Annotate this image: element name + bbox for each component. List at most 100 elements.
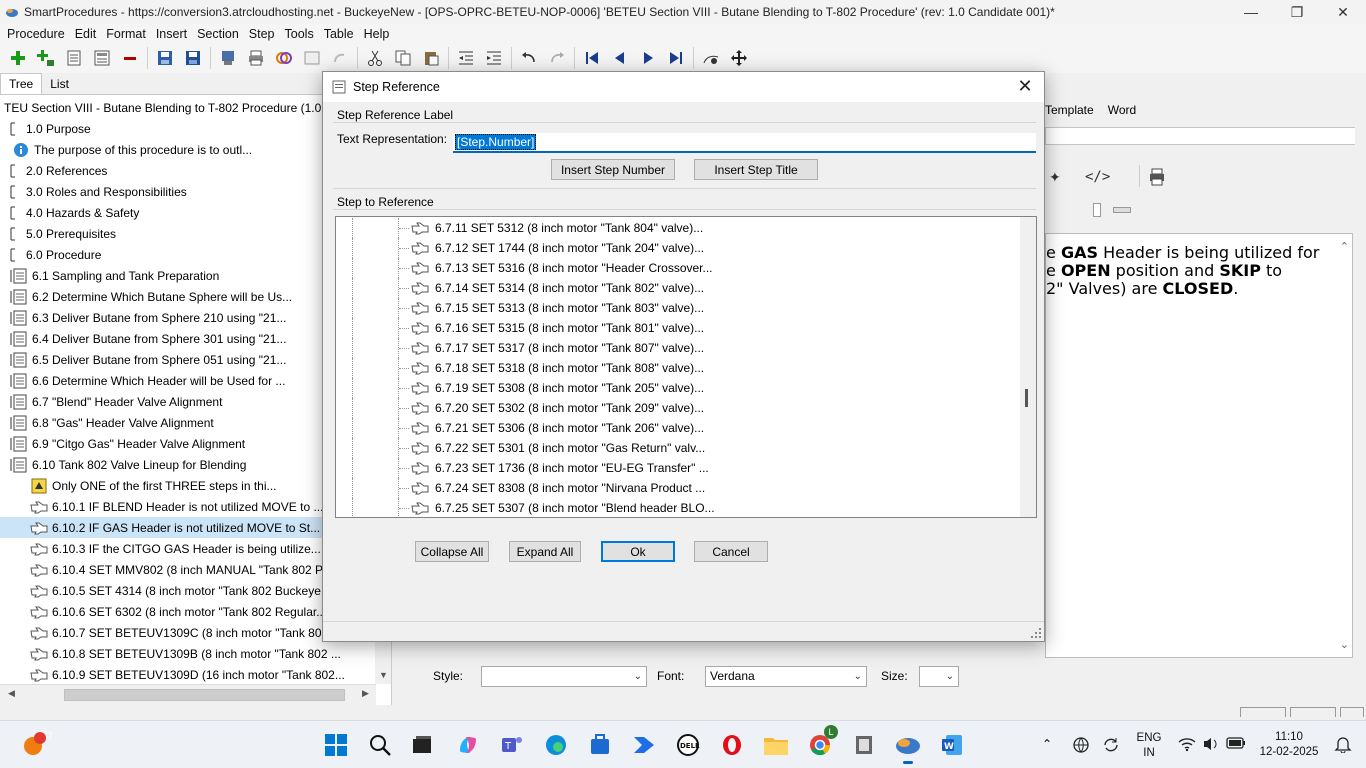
cut-icon[interactable]: [364, 47, 386, 69]
ok-button[interactable]: Ok: [601, 541, 675, 562]
move-icon[interactable]: [728, 47, 750, 69]
tree-horizontal-scrollbar[interactable]: ◀ ▶: [0, 684, 376, 705]
language-indicator[interactable]: ENG: [1130, 731, 1168, 746]
close-icon[interactable]: ✕: [1014, 76, 1036, 97]
add-child-icon[interactable]: [35, 47, 57, 69]
task-view-icon[interactable]: [408, 731, 436, 759]
power-automate-icon[interactable]: [630, 731, 658, 759]
expand-all-button[interactable]: Expand All: [509, 541, 581, 562]
previous-icon[interactable]: [609, 47, 631, 69]
paste-icon[interactable]: [420, 47, 442, 69]
menu-help[interactable]: Help: [359, 27, 395, 41]
reference-step-item[interactable]: 6.7.22 SET 5301 (8 inch motor "Gas Retur…: [336, 438, 705, 458]
reference-step-item[interactable]: 6.7.19 SET 5308 (8 inch motor "Tank 205"…: [336, 378, 704, 398]
smartprocedures-taskbar-icon[interactable]: [894, 731, 922, 764]
tree-node[interactable]: 6.7 "Blend" Header Valve Alignment: [0, 391, 376, 412]
find-icon[interactable]: [700, 47, 722, 69]
reference-step-item[interactable]: 6.7.11 SET 5312 (8 inch motor "Tank 804"…: [336, 218, 703, 238]
copy-icon[interactable]: [392, 47, 414, 69]
tree-node[interactable]: 6.10.7 SET BETEUV1309C (8 inch motor "Ta…: [0, 622, 376, 643]
tree-node[interactable]: 6.2 Determine Which Butane Sphere will b…: [0, 286, 376, 307]
restore-button[interactable]: ❐: [1274, 0, 1320, 24]
word-icon[interactable]: W: [938, 731, 966, 759]
sync-icon[interactable]: [1102, 736, 1120, 757]
tree-node[interactable]: 6.10.4 SET MMV802 (8 inch MANUAL "Tank 8…: [0, 559, 376, 580]
reference-scrollbar[interactable]: [1020, 217, 1036, 517]
menu-tools[interactable]: Tools: [280, 27, 319, 41]
document-view[interactable]: e GAS Header is being utilized for e OPEN…: [1045, 233, 1353, 658]
device-manager-icon[interactable]: [850, 731, 878, 759]
first-icon[interactable]: [581, 47, 603, 69]
cancel-button[interactable]: Cancel: [694, 541, 768, 562]
outdent-icon[interactable]: [455, 47, 477, 69]
tree-node[interactable]: 6.10.6 SET 6302 (8 inch motor "Tank 802 …: [0, 601, 376, 622]
tree-node[interactable]: 6.10.9 SET BETEUV1309D (16 inch motor "T…: [0, 664, 376, 684]
clock-date[interactable]: 12-02-2025: [1254, 745, 1324, 760]
copilot-icon[interactable]: [454, 731, 482, 759]
outline-icon[interactable]: [91, 47, 113, 69]
reference-step-item[interactable]: 6.7.18 SET 5318 (8 inch motor "Tank 808"…: [336, 358, 704, 378]
reference-step-item[interactable]: 6.7.23 SET 1736 (8 inch motor "EU-EG Tra…: [336, 458, 709, 478]
windows-start-icon[interactable]: [322, 731, 350, 759]
redo-icon[interactable]: [546, 47, 568, 69]
tree-node[interactable]: TEU Section VIII - Butane Blending to T-…: [0, 97, 376, 118]
menu-format[interactable]: Format: [101, 27, 151, 41]
reference-step-item[interactable]: 6.7.17 SET 5317 (8 inch motor "Tank 807"…: [336, 338, 704, 358]
edge-icon[interactable]: [542, 731, 570, 759]
tab-list[interactable]: List: [42, 74, 77, 94]
tree-node[interactable]: 5.0 Prerequisites: [0, 223, 376, 244]
style-select[interactable]: ⌄: [481, 665, 647, 687]
scroll-thumb[interactable]: [64, 689, 345, 701]
tree-node[interactable]: 6.10.3 IF the CITGO GAS Header is being …: [0, 538, 376, 559]
menu-table[interactable]: Table: [319, 27, 359, 41]
resize-handle[interactable]: [1093, 203, 1101, 217]
wifi-icon[interactable]: [1178, 736, 1196, 755]
wand-icon[interactable]: ✦: [1049, 169, 1061, 186]
add-icon[interactable]: [7, 47, 29, 69]
doc-scroll-down-icon[interactable]: ⌄: [1340, 638, 1349, 651]
tree-node[interactable]: 6.6 Determine Which Header will be Used …: [0, 370, 376, 391]
dell-icon[interactable]: DELL: [674, 731, 702, 759]
reference-step-item[interactable]: 6.7.20 SET 5302 (8 inch motor "Tank 209"…: [336, 398, 704, 418]
reference-step-item[interactable]: 6.7.12 SET 1744 (8 inch motor "Tank 204"…: [336, 238, 704, 258]
region-indicator[interactable]: IN: [1130, 746, 1168, 761]
print-icon[interactable]: [245, 47, 267, 69]
weather-widget-icon[interactable]: 7: [20, 731, 53, 759]
menu-insert[interactable]: Insert: [151, 27, 192, 41]
minimize-button[interactable]: —: [1228, 0, 1274, 24]
tree-node[interactable]: 6.1 Sampling and Tank Preparation: [0, 265, 376, 286]
insert-step-number-button[interactable]: Insert Step Number: [551, 159, 675, 180]
tree-node[interactable]: 2.0 References: [0, 160, 376, 181]
chrome-icon[interactable]: L: [806, 725, 838, 759]
tree-node[interactable]: 6.10.5 SET 4314 (8 inch motor "Tank 802 …: [0, 580, 376, 601]
save-icon[interactable]: [182, 47, 204, 69]
tab-template[interactable]: Template: [1045, 103, 1094, 117]
tree-node[interactable]: 6.3 Deliver Butane from Sphere 210 using…: [0, 307, 376, 328]
tree-node[interactable]: 4.0 Hazards & Safety: [0, 202, 376, 223]
indent-icon[interactable]: [483, 47, 505, 69]
notification-bell-icon[interactable]: [1334, 735, 1352, 756]
tree-node[interactable]: 6.4 Deliver Butane from Sphere 301 using…: [0, 328, 376, 349]
last-icon[interactable]: [665, 47, 687, 69]
menu-section[interactable]: Section: [192, 27, 244, 41]
reference-step-item[interactable]: 6.7.13 SET 5316 (8 inch motor "Header Cr…: [336, 258, 713, 278]
redo-disabled-icon[interactable]: [329, 47, 351, 69]
print-preview-icon[interactable]: [1149, 168, 1165, 189]
scroll-right-icon[interactable]: ▶: [362, 688, 369, 699]
clock-time[interactable]: 11:10: [1254, 730, 1324, 745]
reference-step-item[interactable]: 6.7.15 SET 5313 (8 inch motor "Tank 803"…: [336, 298, 704, 318]
editor-field[interactable]: [1045, 127, 1355, 145]
tree-node[interactable]: 6.8 "Gas" Header Valve Alignment: [0, 412, 376, 433]
scroll-left-icon[interactable]: ◀: [8, 688, 15, 699]
tree-node[interactable]: 6.10.2 IF GAS Header is not utilized MOV…: [0, 517, 376, 538]
tab-word[interactable]: Word: [1108, 103, 1136, 117]
battery-icon[interactable]: [1226, 736, 1246, 753]
tree-node[interactable]: Only ONE of the first THREE steps in thi…: [0, 475, 376, 496]
tree-node[interactable]: 6.9 "Citgo Gas" Header Valve Alignment: [0, 433, 376, 454]
code-icon[interactable]: </>: [1085, 169, 1110, 185]
publish-icon[interactable]: [217, 47, 239, 69]
resize-grip-icon[interactable]: [1031, 628, 1041, 638]
opera-icon[interactable]: [718, 731, 746, 759]
close-window-button[interactable]: ✕: [1320, 0, 1366, 24]
tab-tree[interactable]: Tree: [0, 73, 43, 94]
